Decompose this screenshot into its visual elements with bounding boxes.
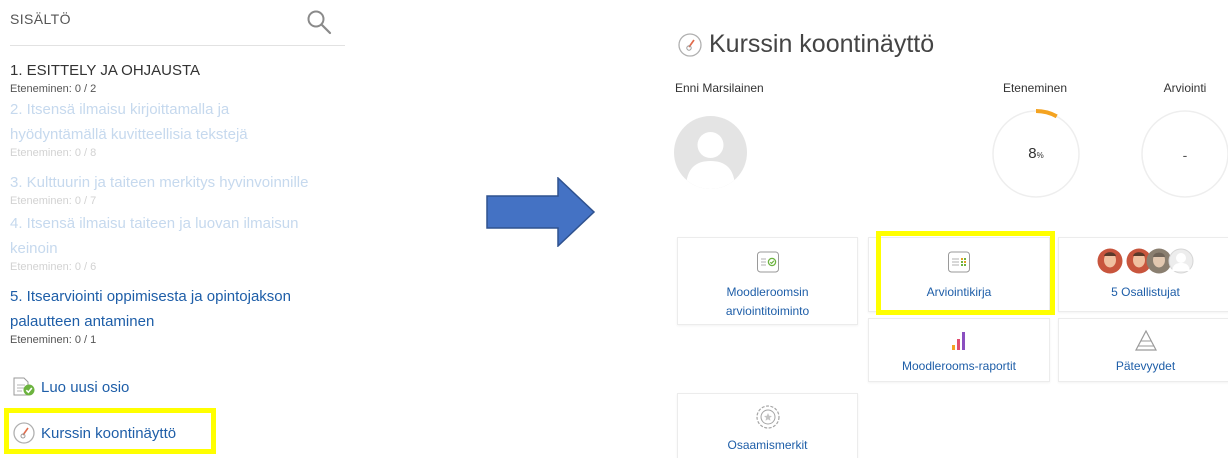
- page-title: Kurssin koontinäyttö: [677, 30, 934, 59]
- participant-avatar-icon: [1097, 248, 1123, 274]
- section-item[interactable]: 1. ESITTELY JA OHJAUSTA Eteneminen: 0 / …: [10, 58, 350, 96]
- section-title[interactable]: 1. ESITTELY JA OHJAUSTA: [10, 58, 350, 83]
- badge-icon: [755, 405, 780, 429]
- section-title[interactable]: 3. Kulttuurin ja taiteen merkitys hyvinv…: [10, 170, 350, 195]
- participant-avatar-icon: [1168, 248, 1194, 274]
- new-section-label[interactable]: Luo uusi osio: [41, 379, 129, 396]
- new-section-link[interactable]: Luo uusi osio: [12, 376, 129, 398]
- participant-avatars: [1097, 248, 1217, 276]
- section-progress: Eteneminen: 0 / 2: [10, 83, 97, 95]
- sidebar-title: SISÄLTÖ: [10, 11, 71, 27]
- grade-value: -: [1182, 147, 1188, 163]
- section-item[interactable]: 2. Itsensä ilmaisu kirjoittamalla ja hyö…: [10, 97, 350, 160]
- competencies-tile[interactable]: Pätevyydet: [1058, 318, 1228, 382]
- section-item[interactable]: 5. Itsearviointi oppimisesta ja opintoja…: [10, 284, 350, 347]
- section-progress: Eteneminen: 0 / 6: [10, 261, 97, 273]
- progress-value: 8%: [990, 145, 1082, 162]
- section-title[interactable]: palautteen antaminen: [10, 309, 350, 334]
- section-progress: Eteneminen: 0 / 7: [10, 195, 97, 207]
- highlight-box: [4, 408, 216, 454]
- course-contents-sidebar: SISÄLTÖ 1. ESITTELY JA OHJAUSTA Etenemin…: [0, 0, 350, 458]
- avatar[interactable]: [674, 116, 747, 189]
- highlight-box: [876, 231, 1055, 315]
- tile-label[interactable]: 5 Osallistujat: [1059, 283, 1228, 302]
- section-title[interactable]: 4. Itsensä ilmaisu taiteen ja luovan ilm…: [10, 211, 350, 236]
- badges-tile[interactable]: Osaamismerkit: [677, 393, 858, 458]
- page-title-text: Kurssin koontinäyttö: [709, 30, 935, 58]
- section-title[interactable]: hyödyntämällä kuvitteellisia tekstejä: [10, 122, 350, 147]
- grade-label: Arviointi: [1163, 81, 1207, 95]
- tile-label[interactable]: Osaamismerkit: [678, 436, 857, 455]
- section-item[interactable]: 3. Kulttuurin ja taiteen merkitys hyvinv…: [10, 170, 350, 208]
- tile-label[interactable]: arviointitoiminto: [678, 302, 857, 321]
- progress-number: 8: [1028, 145, 1037, 162]
- section-title[interactable]: 5. Itsearviointi oppimisesta ja opintoja…: [10, 284, 350, 309]
- search-icon[interactable]: [306, 9, 332, 35]
- section-item[interactable]: 4. Itsensä ilmaisu taiteen ja luovan ilm…: [10, 211, 350, 274]
- reports-tile[interactable]: Moodlerooms-raportit: [868, 318, 1050, 382]
- user-name: Enni Marsilainen: [675, 81, 764, 95]
- section-progress: Eteneminen: 0 / 8: [10, 147, 97, 159]
- progress-label: Eteneminen: [1002, 81, 1068, 95]
- tile-label[interactable]: Moodlerooms-raportit: [869, 357, 1049, 376]
- bar-chart-icon: [952, 332, 965, 350]
- tile-label[interactable]: Moodleroomsin: [678, 283, 857, 302]
- sidebar-header: SISÄLTÖ: [10, 0, 345, 46]
- add-section-icon: [13, 377, 35, 396]
- participants-tile[interactable]: 5 Osallistujat: [1058, 237, 1228, 312]
- section-progress: Eteneminen: 0 / 1: [10, 334, 97, 346]
- dashboard-gauge-icon: [678, 32, 702, 57]
- tile-label[interactable]: Pätevyydet: [1059, 357, 1228, 376]
- right-arrow-icon: [486, 177, 596, 247]
- progress-unit: %: [1036, 151, 1044, 160]
- section-title[interactable]: keinoin: [10, 236, 350, 261]
- moodlerooms-grading-tile[interactable]: Moodleroomsin arviointitoiminto: [677, 237, 858, 325]
- section-title[interactable]: 2. Itsensä ilmaisu kirjoittamalla ja: [10, 97, 350, 122]
- grading-icon: [756, 251, 779, 273]
- pyramid-icon: [1134, 329, 1157, 351]
- user-avatar-icon: [686, 132, 735, 189]
